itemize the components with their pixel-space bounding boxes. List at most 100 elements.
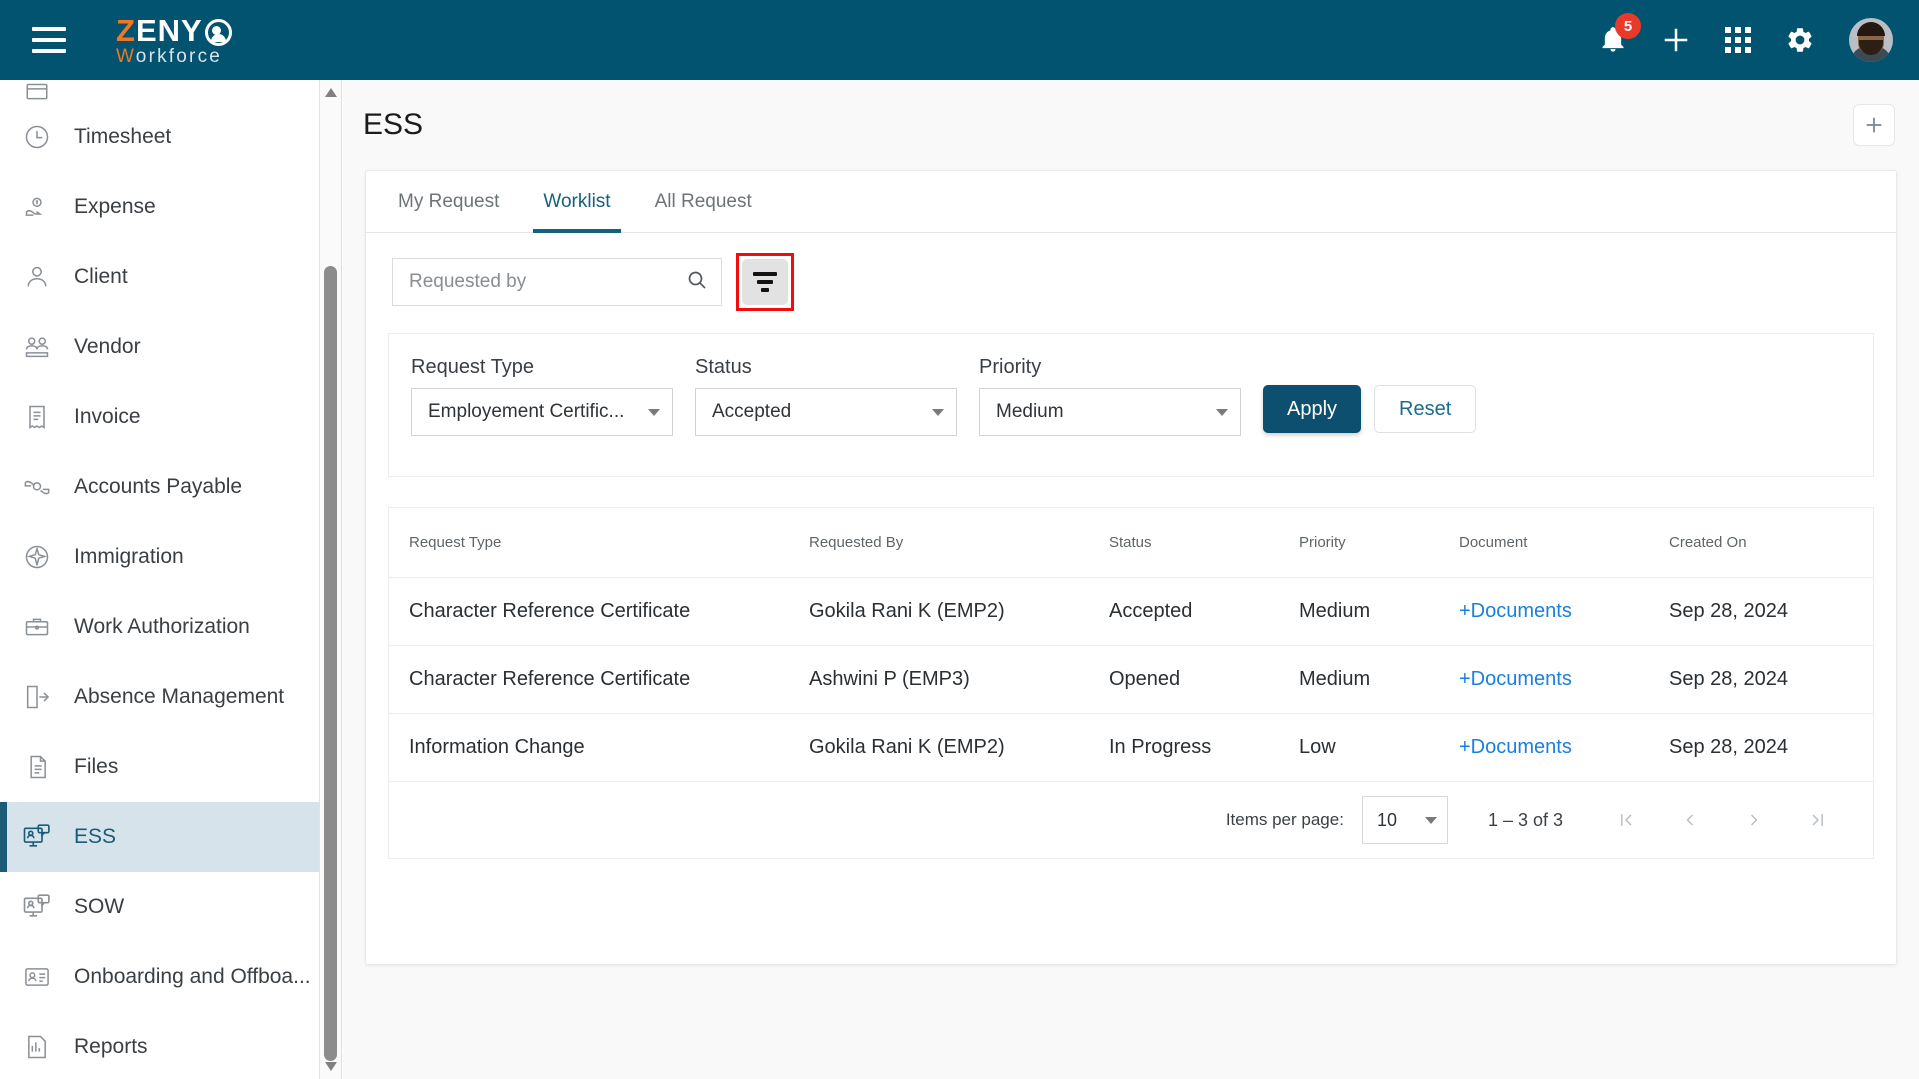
status-value: Accepted bbox=[712, 401, 792, 422]
request-type-select[interactable]: Employement Certific... bbox=[411, 388, 673, 436]
sidebar-item-label: Work Authorization bbox=[74, 615, 250, 638]
sidebar-item-files[interactable]: Files bbox=[0, 732, 319, 802]
logo-letter-w: W bbox=[116, 45, 136, 67]
ess-monitor-icon bbox=[20, 820, 54, 854]
sidebar-item-label: SOW bbox=[74, 895, 125, 918]
chevron-down-icon bbox=[932, 408, 944, 416]
header-document: Document bbox=[1459, 508, 1669, 578]
apps-grid-icon[interactable] bbox=[1725, 27, 1751, 53]
documents-icon bbox=[20, 750, 54, 784]
priority-select[interactable]: Medium bbox=[979, 388, 1241, 436]
apply-button[interactable]: Apply bbox=[1263, 385, 1362, 433]
sidebar-item-onboarding-offboarding[interactable]: Onboarding and Offboa... bbox=[0, 942, 319, 1012]
items-per-page-label: Items per page: bbox=[1225, 810, 1344, 829]
previous-page-button[interactable] bbox=[1667, 797, 1713, 843]
scrollbar-thumb[interactable] bbox=[324, 266, 337, 1061]
cell-status: Opened bbox=[1109, 645, 1299, 714]
filter-button-highlight bbox=[736, 253, 794, 311]
tab-bar: My Request Worklist All Request bbox=[366, 171, 1896, 233]
cell-priority: Medium bbox=[1299, 645, 1459, 714]
sidebar-item-label: Vendor bbox=[74, 335, 141, 358]
sidebar-item-accounts-payable[interactable]: Accounts Payable bbox=[0, 452, 319, 522]
tab-all-request[interactable]: All Request bbox=[633, 171, 774, 233]
sidebar-item-label: Onboarding and Offboa... bbox=[74, 965, 311, 988]
sidebar-item-partial-top[interactable] bbox=[0, 80, 319, 102]
cell-created-on: Sep 28, 2024 bbox=[1669, 713, 1873, 782]
scroll-down-arrow-icon[interactable] bbox=[325, 1062, 337, 1071]
filter-panel: Request Type Employement Certific... Sta… bbox=[388, 333, 1874, 477]
sidebar-item-reports[interactable]: Reports bbox=[0, 1012, 319, 1079]
sidebar-item-client[interactable]: Client bbox=[0, 242, 319, 312]
hamburger-menu-icon[interactable] bbox=[32, 27, 66, 53]
partial-icon bbox=[20, 80, 54, 102]
sidebar-item-label: Timesheet bbox=[74, 125, 172, 148]
table-row[interactable]: Character Reference Certificate Gokila R… bbox=[389, 577, 1873, 646]
sidebar-item-sow[interactable]: SOW bbox=[0, 872, 319, 942]
logo-letter-z: Z bbox=[116, 12, 136, 48]
request-type-label: Request Type bbox=[411, 356, 535, 378]
filter-toggle-button[interactable] bbox=[742, 259, 788, 305]
clock-icon bbox=[20, 120, 54, 154]
cell-priority: Medium bbox=[1299, 577, 1459, 646]
invoice-receipt-icon bbox=[20, 400, 54, 434]
cell-priority: Low bbox=[1299, 713, 1459, 782]
requests-table: Request Type Requested By Status Priorit… bbox=[389, 508, 1873, 782]
items-per-page-select[interactable]: 10 bbox=[1361, 796, 1448, 844]
last-page-button[interactable] bbox=[1795, 797, 1841, 843]
notification-badge: 5 bbox=[1615, 13, 1641, 39]
next-page-button[interactable] bbox=[1731, 797, 1777, 843]
search-toolbar bbox=[366, 233, 1896, 311]
logo-line-1: Z ENY bbox=[116, 15, 232, 46]
sidebar-scrollbar[interactable] bbox=[320, 80, 342, 1079]
report-chart-icon bbox=[20, 1030, 54, 1064]
sidebar-item-work-authorization[interactable]: Work Authorization bbox=[0, 592, 319, 662]
priority-label: Priority bbox=[979, 356, 1042, 378]
cell-request-type: Character Reference Certificate bbox=[389, 645, 809, 714]
cell-request-type: Character Reference Certificate bbox=[389, 577, 809, 646]
sidebar-item-timesheet[interactable]: Timesheet bbox=[0, 102, 319, 172]
table-row[interactable]: Information Change Gokila Rani K (EMP2) … bbox=[389, 713, 1873, 782]
page-title: ESS bbox=[363, 108, 424, 141]
logo-line-2: Workforce bbox=[116, 47, 232, 66]
cell-documents-link[interactable]: +Documents bbox=[1459, 713, 1669, 782]
cell-created-on: Sep 28, 2024 bbox=[1669, 577, 1873, 646]
header-request-type: Request Type bbox=[389, 508, 809, 578]
first-page-button[interactable] bbox=[1603, 797, 1649, 843]
status-select[interactable]: Accepted bbox=[695, 388, 957, 436]
sidebar-item-label: Accounts Payable bbox=[74, 475, 243, 498]
reset-button[interactable]: Reset bbox=[1374, 385, 1477, 433]
sidebar-item-absence-management[interactable]: Absence Management bbox=[0, 662, 319, 732]
paginator: Items per page: 10 1 – 3 of 3 bbox=[389, 782, 1873, 858]
search-box[interactable] bbox=[392, 258, 722, 306]
add-plus-icon[interactable] bbox=[1661, 25, 1691, 55]
sidebar-item-expense[interactable]: Expense bbox=[0, 172, 319, 242]
user-avatar[interactable] bbox=[1849, 18, 1893, 62]
requests-table-wrapper: Request Type Requested By Status Priorit… bbox=[388, 507, 1874, 859]
filter-actions: Apply Reset bbox=[1263, 385, 1477, 433]
add-request-button[interactable] bbox=[1853, 104, 1895, 146]
notifications-bell-icon[interactable]: 5 bbox=[1599, 13, 1641, 55]
search-input[interactable] bbox=[409, 271, 685, 293]
search-icon[interactable] bbox=[685, 268, 709, 297]
sidebar-item-vendor[interactable]: Vendor bbox=[0, 312, 319, 382]
settings-gear-icon[interactable] bbox=[1785, 25, 1815, 55]
app-logo[interactable]: Z ENY Workforce bbox=[116, 15, 232, 66]
table-row[interactable]: Character Reference Certificate Ashwini … bbox=[389, 645, 1873, 714]
tab-worklist[interactable]: Worklist bbox=[521, 171, 632, 233]
cell-documents-link[interactable]: +Documents bbox=[1459, 645, 1669, 714]
cell-status: Accepted bbox=[1109, 577, 1299, 646]
sidebar-item-invoice[interactable]: Invoice bbox=[0, 382, 319, 452]
hands-coin-icon bbox=[20, 470, 54, 504]
scroll-up-arrow-icon[interactable] bbox=[325, 88, 337, 97]
cell-created-on: Sep 28, 2024 bbox=[1669, 645, 1873, 714]
sidebar-item-label: Invoice bbox=[74, 405, 141, 428]
tab-my-request[interactable]: My Request bbox=[376, 171, 521, 233]
sidebar-item-ess[interactable]: ESS bbox=[0, 802, 319, 872]
logo-letters-orkforce: orkforce bbox=[135, 45, 223, 67]
sidebar-item-immigration[interactable]: Immigration bbox=[0, 522, 319, 592]
cell-request-type: Information Change bbox=[389, 713, 809, 782]
logo-globe-icon bbox=[204, 18, 232, 46]
id-card-icon bbox=[20, 960, 54, 994]
cell-documents-link[interactable]: +Documents bbox=[1459, 577, 1669, 646]
sidebar-item-label: Expense bbox=[74, 195, 156, 218]
